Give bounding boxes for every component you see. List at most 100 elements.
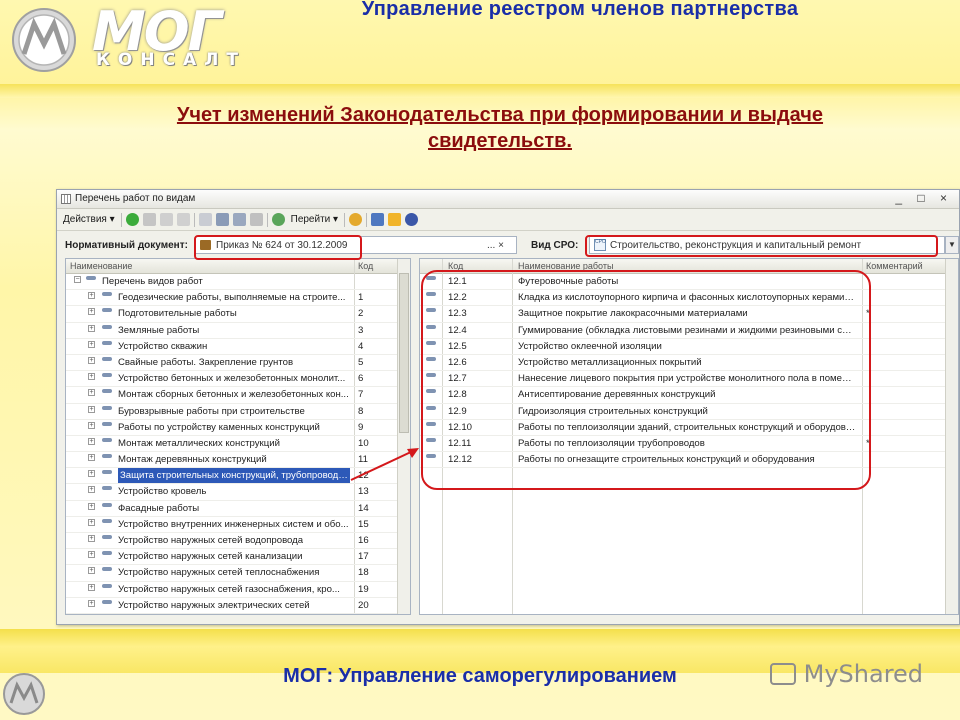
scrollbar-thumb[interactable] bbox=[399, 273, 409, 433]
field-buttons[interactable]: ... × bbox=[487, 240, 504, 251]
table-row[interactable]: + Устройство скважин 4 bbox=[66, 339, 410, 355]
expand-icon[interactable]: + bbox=[88, 405, 95, 413]
edit-icon[interactable] bbox=[159, 213, 173, 226]
table-row[interactable]: + Работы по устройству каменных конструкц… bbox=[66, 420, 410, 436]
table-row[interactable]: + Устройство наружных электрических сетей… bbox=[66, 598, 410, 614]
filter-bar: Нормативный документ: Приказ № 624 от 30… bbox=[57, 234, 959, 258]
table-row[interactable]: + Устройство наружных сетей канализации 17 bbox=[66, 549, 410, 566]
expand-icon[interactable]: + bbox=[88, 599, 95, 607]
hierarchy-icon[interactable] bbox=[198, 213, 212, 226]
expand-icon[interactable]: + bbox=[88, 518, 95, 526]
table-row[interactable]: 12.4 Гуммирование (обкладка листовыми рез… bbox=[420, 323, 958, 339]
user-icon[interactable] bbox=[405, 213, 419, 226]
scrollbar[interactable] bbox=[945, 259, 958, 614]
expand-icon[interactable]: + bbox=[88, 389, 95, 397]
help-icon[interactable] bbox=[349, 213, 363, 226]
row-work-name: Антисептирование деревянных конструкций bbox=[518, 389, 716, 401]
column-header-code[interactable]: Код bbox=[448, 261, 463, 271]
row-name: Монтаж металлических конструкций bbox=[118, 437, 280, 449]
normative-doc-field[interactable]: Приказ № 624 от 30.12.2009 bbox=[195, 236, 517, 254]
tree-root-row[interactable]: − Перечень видов работ bbox=[66, 274, 410, 291]
expand-icon[interactable]: + bbox=[88, 437, 95, 445]
expand-icon[interactable]: + bbox=[88, 292, 95, 300]
folder-icon bbox=[102, 324, 112, 329]
add-icon[interactable] bbox=[125, 213, 139, 226]
filter-list-icon[interactable] bbox=[232, 213, 246, 226]
expand-icon[interactable]: + bbox=[88, 340, 95, 348]
table-row[interactable]: 12.2 Кладка из кислотоупорного кирпича и … bbox=[420, 290, 958, 307]
delete-icon[interactable] bbox=[176, 213, 190, 226]
actions-menu[interactable]: Действия ▾ bbox=[61, 212, 117, 228]
expand-icon[interactable]: + bbox=[88, 470, 95, 478]
table-row[interactable]: + Свайные работы. Закрепление грунтов 5 bbox=[66, 355, 410, 372]
table-row[interactable]: + Устройство внутренних инженерных систем… bbox=[66, 517, 410, 533]
sro-icon: СРО bbox=[594, 239, 606, 251]
table-row[interactable]: 12.10 Работы по теплоизоляции зданий, стр… bbox=[420, 420, 958, 436]
table-row[interactable]: + Фасадные работы 14 bbox=[66, 501, 410, 517]
row-work-name: Работы по огнезащите строительных констр… bbox=[518, 454, 815, 466]
watermark-text: MyShared bbox=[803, 660, 924, 688]
table-row[interactable]: + Монтаж сборных бетонных и железобетонны… bbox=[66, 387, 410, 404]
table-row[interactable]: + Устройство бетонных и железобетонных мо… bbox=[66, 371, 410, 388]
column-header-work-name[interactable]: Наименование работы bbox=[518, 261, 613, 271]
table-row[interactable]: 12.9 Гидроизоляция строительных конструкц… bbox=[420, 404, 958, 420]
column-header-code[interactable]: Код bbox=[358, 261, 373, 271]
folder-icon bbox=[102, 567, 112, 572]
table-row[interactable]: + Устройство кровель 13 bbox=[66, 484, 410, 501]
window-titlebar: Перечень работ по видам _ □ × bbox=[57, 190, 959, 209]
table-row[interactable]: 12.3 Защитное покрытие лакокрасочными мат… bbox=[420, 306, 958, 323]
goto-menu[interactable]: Перейти ▾ bbox=[289, 212, 340, 228]
expand-icon[interactable]: + bbox=[88, 567, 95, 575]
expand-icon[interactable]: + bbox=[88, 535, 95, 542]
expand-icon[interactable]: + bbox=[88, 486, 95, 494]
window-controls[interactable]: _ □ × bbox=[895, 191, 953, 205]
item-icon bbox=[426, 405, 436, 410]
table-row[interactable]: + Устройство наружных сетей газоснабжения… bbox=[66, 582, 410, 598]
table-row[interactable]: + Подготовительные работы 2 bbox=[66, 306, 410, 323]
dropdown-arrow-icon[interactable]: ▼ bbox=[945, 236, 959, 254]
table-row[interactable]: 12.8 Антисептирование деревянных конструк… bbox=[420, 387, 958, 404]
folder-icon bbox=[102, 405, 112, 410]
table-row[interactable]: + Буровзрывные работы при строительстве 8 bbox=[66, 404, 410, 420]
table-row[interactable]: + Земляные работы 3 bbox=[66, 323, 410, 339]
column-header-comment[interactable]: Комментарий bbox=[866, 261, 923, 271]
row-code: 16 bbox=[358, 535, 369, 546]
table-row[interactable]: + Устройство наружных сетей теплоснабжени… bbox=[66, 565, 410, 582]
row-name: Фасадные работы bbox=[118, 502, 200, 514]
row-code: 12.11 bbox=[448, 437, 472, 449]
folder-icon bbox=[102, 437, 112, 442]
table-row[interactable]: 12.12 Работы по огнезащите строительных к… bbox=[420, 452, 958, 469]
copy-icon[interactable] bbox=[142, 213, 156, 226]
edit-document-icon[interactable] bbox=[371, 213, 385, 226]
filter-icon[interactable] bbox=[215, 213, 229, 226]
table-row[interactable]: 12.7 Нанесение лицевого покрытия при устр… bbox=[420, 371, 958, 388]
table-row[interactable]: 12.6 Устройство металлизационных покрытий bbox=[420, 355, 958, 372]
expand-icon[interactable]: + bbox=[88, 502, 95, 510]
expand-icon[interactable]: + bbox=[88, 551, 95, 559]
expand-icon[interactable]: + bbox=[88, 421, 95, 429]
sro-type-field[interactable]: СРО Строительство, реконструкция и капит… bbox=[589, 236, 945, 254]
star-icon[interactable] bbox=[388, 213, 402, 226]
table-row[interactable]: 12.1 Футеровочные работы bbox=[420, 274, 958, 291]
watermark-icon bbox=[770, 663, 796, 685]
expand-icon[interactable]: + bbox=[88, 324, 95, 332]
expand-icon[interactable]: + bbox=[88, 373, 95, 381]
table-row[interactable]: 12.5 Устройство оклеечной изоляции bbox=[420, 339, 958, 355]
row-code: 12.10 bbox=[448, 421, 473, 433]
expand-icon[interactable]: + bbox=[88, 454, 95, 462]
scrollbar[interactable] bbox=[397, 259, 410, 614]
expand-icon[interactable]: + bbox=[88, 583, 95, 591]
folder-icon bbox=[86, 276, 96, 280]
table-row[interactable]: + Устройство наружных сетей водопровода 16 bbox=[66, 533, 410, 550]
collapse-icon[interactable]: − bbox=[74, 276, 81, 283]
table-row[interactable]: + Геодезические работы, выполняемые на ст… bbox=[66, 290, 410, 307]
expand-icon[interactable]: + bbox=[88, 356, 95, 364]
row-code: 12.9 bbox=[448, 405, 467, 417]
clear-filter-icon[interactable] bbox=[249, 213, 263, 226]
expand-icon[interactable]: + bbox=[88, 308, 95, 316]
refresh-icon[interactable] bbox=[271, 213, 285, 226]
column-header-name[interactable]: Наименование bbox=[70, 261, 132, 271]
row-name: Устройство внутренних инженерных систем … bbox=[118, 518, 349, 530]
table-row[interactable]: 12.11 Работы по теплоизоляции трубопровод… bbox=[420, 436, 958, 453]
item-icon bbox=[426, 454, 436, 459]
